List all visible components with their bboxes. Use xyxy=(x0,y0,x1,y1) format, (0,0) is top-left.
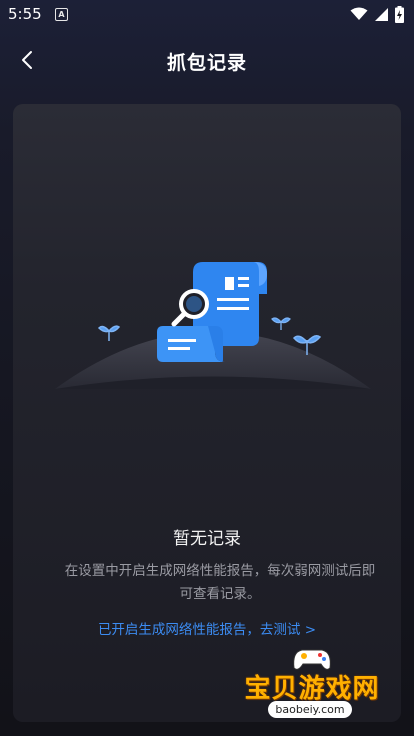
sprout-left-icon xyxy=(97,325,121,341)
status-bar: 5:55 A xyxy=(0,0,414,30)
watermark-url: baobeiy.com xyxy=(268,701,352,718)
report-card-icon xyxy=(157,326,225,362)
notification-app-icon: A xyxy=(55,8,68,21)
top-nav-bar: 抓包记录 xyxy=(0,40,414,80)
sprout-small-icon xyxy=(271,317,291,330)
empty-state-card: 暂无记录 在设置中开启生成网络性能报告，每次弱网测试后即可查看记录。 已开启生成… xyxy=(13,104,401,722)
go-test-link[interactable]: 已开启生成网络性能报告，去测试 > xyxy=(13,618,401,638)
empty-state-description: 在设置中开启生成网络性能报告，每次弱网测试后即可查看记录。 xyxy=(64,563,376,602)
status-time: 5:55 xyxy=(8,5,42,23)
watermark: 宝贝游戏网 baobeiy.com xyxy=(232,642,392,724)
battery-charging-icon xyxy=(395,5,404,23)
empty-records-illustration xyxy=(55,262,371,389)
wifi-icon xyxy=(350,7,368,20)
empty-state-title: 暂无记录 xyxy=(173,529,241,549)
status-icons xyxy=(350,5,404,23)
screen: 5:55 A 抓包记录 暂无记录 在设置中开启生成网络性能报告，每次弱网测试后即… xyxy=(0,0,414,736)
page-title: 抓包记录 xyxy=(166,52,247,74)
signal-icon xyxy=(375,7,388,21)
watermark-text: 宝贝游戏网 xyxy=(244,674,380,704)
